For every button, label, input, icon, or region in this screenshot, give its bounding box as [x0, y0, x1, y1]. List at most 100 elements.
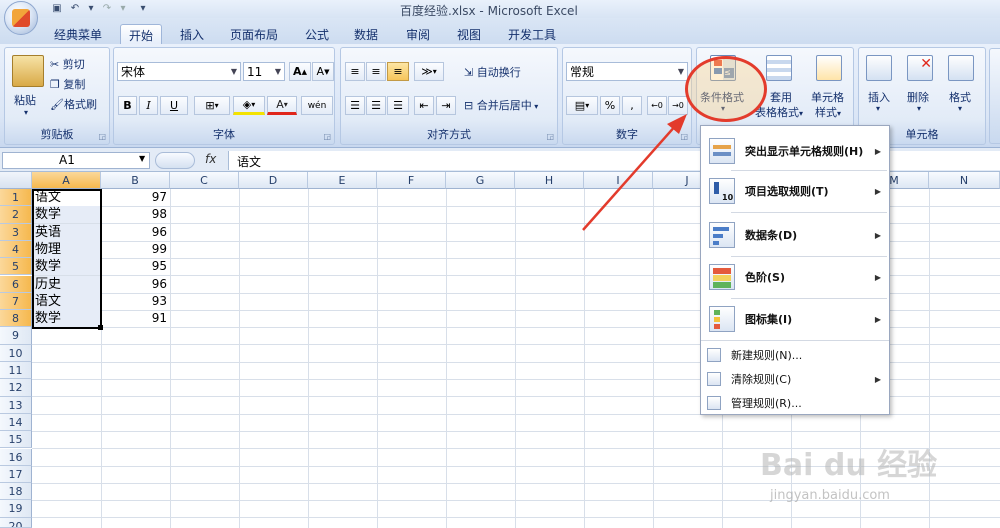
redo-icon[interactable]: ↷	[100, 2, 114, 15]
dialog-launcher-icon[interactable]: ◲	[323, 132, 331, 141]
row-header[interactable]: 6	[0, 275, 32, 293]
row-header[interactable]: 4	[0, 240, 32, 259]
row-header[interactable]: 20	[0, 517, 32, 528]
format-cells-button[interactable]: 格式	[949, 89, 971, 105]
font-name-select[interactable]: 宋体 ▼	[117, 62, 241, 81]
align-center-button[interactable]: ☰	[366, 96, 386, 115]
chevron-down-icon[interactable]: ▾	[876, 104, 880, 113]
row-header[interactable]: 3	[0, 223, 32, 241]
bold-button[interactable]: B	[118, 96, 137, 115]
row-header[interactable]: 17	[0, 465, 32, 484]
table-format-button[interactable]: 表格格式▾	[755, 104, 803, 120]
select-all-corner[interactable]	[0, 172, 32, 189]
menu-item-color-scales[interactable]: 色阶(S) ▶	[701, 260, 889, 294]
column-header[interactable]: G	[446, 172, 515, 189]
tab-developer[interactable]: 开发工具	[500, 24, 564, 44]
redo-dropdown-icon[interactable]: ▾	[116, 2, 130, 15]
column-header[interactable]: A	[32, 172, 101, 189]
row-header[interactable]: 12	[0, 379, 32, 397]
undo-dropdown-icon[interactable]: ▾	[84, 2, 98, 15]
cell-score[interactable]: 95	[101, 258, 169, 275]
row-header[interactable]: 16	[0, 448, 32, 466]
tab-classic-menu[interactable]: 经典菜单	[46, 24, 110, 44]
cell-score[interactable]: 91	[101, 310, 169, 327]
wrap-text-button[interactable]: ⇲ 自动换行	[464, 64, 521, 80]
grow-font-button[interactable]: A ▲	[289, 62, 311, 81]
copy-button[interactable]: ❐ 复制	[50, 76, 85, 92]
align-middle-button[interactable]: ≡	[366, 62, 386, 81]
fill-color-button[interactable]: ◈ ▾	[233, 96, 265, 115]
shrink-font-button[interactable]: A ▼	[312, 62, 334, 81]
fill-handle[interactable]	[98, 325, 103, 330]
row-header[interactable]: 7	[0, 292, 32, 311]
column-header[interactable]: C	[170, 172, 239, 189]
column-header[interactable]: B	[101, 172, 170, 189]
align-left-button[interactable]: ☰	[345, 96, 365, 115]
chevron-down-icon[interactable]: ▾	[958, 104, 962, 113]
cell-style-button[interactable]: 样式▾	[815, 104, 841, 120]
row-header[interactable]: 13	[0, 396, 32, 414]
table-format-label-1[interactable]: 套用	[770, 89, 792, 105]
tab-review[interactable]: 审阅	[398, 24, 438, 44]
paste-button[interactable]: 粘贴	[14, 92, 36, 108]
insert-function-icon[interactable]: fx	[205, 152, 225, 169]
tab-view[interactable]: 视图	[449, 24, 489, 44]
menu-item-data-bars[interactable]: 数据条(D) ▶	[701, 218, 889, 252]
paste-clipboard-icon[interactable]	[12, 55, 44, 87]
column-header[interactable]: N	[929, 172, 1000, 189]
row-header[interactable]: 18	[0, 483, 32, 501]
menu-item-top-bottom-rules[interactable]: 10 项目选取规则(T) ▶	[701, 174, 889, 208]
office-button[interactable]	[4, 1, 38, 35]
borders-button[interactable]: ⊞ ▾	[194, 96, 230, 115]
row-header[interactable]: 15	[0, 431, 32, 449]
align-bottom-button[interactable]: ≡	[387, 62, 409, 81]
customize-toolbar-icon[interactable]: ▾	[136, 2, 150, 15]
tab-home[interactable]: 开始	[120, 24, 163, 44]
menu-item-clear-rules[interactable]: 清除规则(C) ▶	[701, 369, 889, 389]
row-header[interactable]: 10	[0, 344, 32, 362]
row-header[interactable]: 1	[0, 189, 32, 207]
cell-score[interactable]: 96	[101, 224, 169, 241]
tab-page-layout[interactable]: 页面布局	[222, 24, 286, 44]
insert-cells-button[interactable]: 插入	[868, 89, 890, 105]
italic-button[interactable]: I	[139, 96, 158, 115]
column-header[interactable]: H	[515, 172, 584, 189]
cut-button[interactable]: ✂ 剪切	[50, 56, 85, 72]
formula-bar-splitter[interactable]	[155, 152, 195, 169]
name-box-dropdown-icon[interactable]: ▼	[139, 154, 145, 163]
save-icon[interactable]: ▣	[50, 2, 64, 15]
cell-score[interactable]: 96	[101, 276, 169, 293]
name-box[interactable]: A1	[2, 152, 150, 169]
column-header[interactable]: F	[377, 172, 446, 189]
tab-insert[interactable]: 插入	[172, 24, 212, 44]
row-header[interactable]: 8	[0, 310, 32, 328]
tab-formulas[interactable]: 公式	[297, 24, 337, 44]
align-right-button[interactable]: ☰	[387, 96, 409, 115]
row-header[interactable]: 5	[0, 258, 32, 276]
align-top-button[interactable]: ≡	[345, 62, 365, 81]
font-size-select[interactable]: 11 ▼	[243, 62, 285, 81]
format-painter-button[interactable]: 🖌格式刷	[50, 96, 97, 112]
row-header[interactable]: 9	[0, 327, 32, 345]
menu-item-new-rule[interactable]: 新建规则(N)...	[701, 345, 889, 365]
underline-button[interactable]: U	[160, 96, 188, 115]
row-header[interactable]: 14	[0, 413, 32, 432]
cell-style-label-1[interactable]: 单元格	[811, 89, 844, 105]
row-header[interactable]: 2	[0, 206, 32, 224]
decrease-indent-button[interactable]: ⇤	[414, 96, 434, 115]
cell-score[interactable]: 98	[101, 206, 169, 223]
increase-indent-button[interactable]: ⇥	[436, 96, 456, 115]
column-header[interactable]: D	[239, 172, 308, 189]
row-header[interactable]: 19	[0, 500, 32, 518]
cell-score[interactable]: 97	[101, 189, 169, 206]
menu-item-highlight-rules[interactable]: 突出显示单元格规则(H) ▶	[701, 134, 889, 168]
tab-data[interactable]: 数据	[346, 24, 386, 44]
font-color-button[interactable]: A ▾	[267, 96, 297, 115]
menu-item-manage-rules[interactable]: 管理规则(R)...	[701, 393, 889, 413]
cell-score[interactable]: 99	[101, 241, 169, 258]
orientation-button[interactable]: ≫ ▾	[414, 62, 444, 81]
chevron-down-icon[interactable]: ▾	[917, 104, 921, 113]
number-format-select[interactable]: 常规 ▼	[566, 62, 688, 81]
row-header[interactable]: 11	[0, 362, 32, 380]
delete-cells-button[interactable]: 删除	[907, 89, 929, 105]
